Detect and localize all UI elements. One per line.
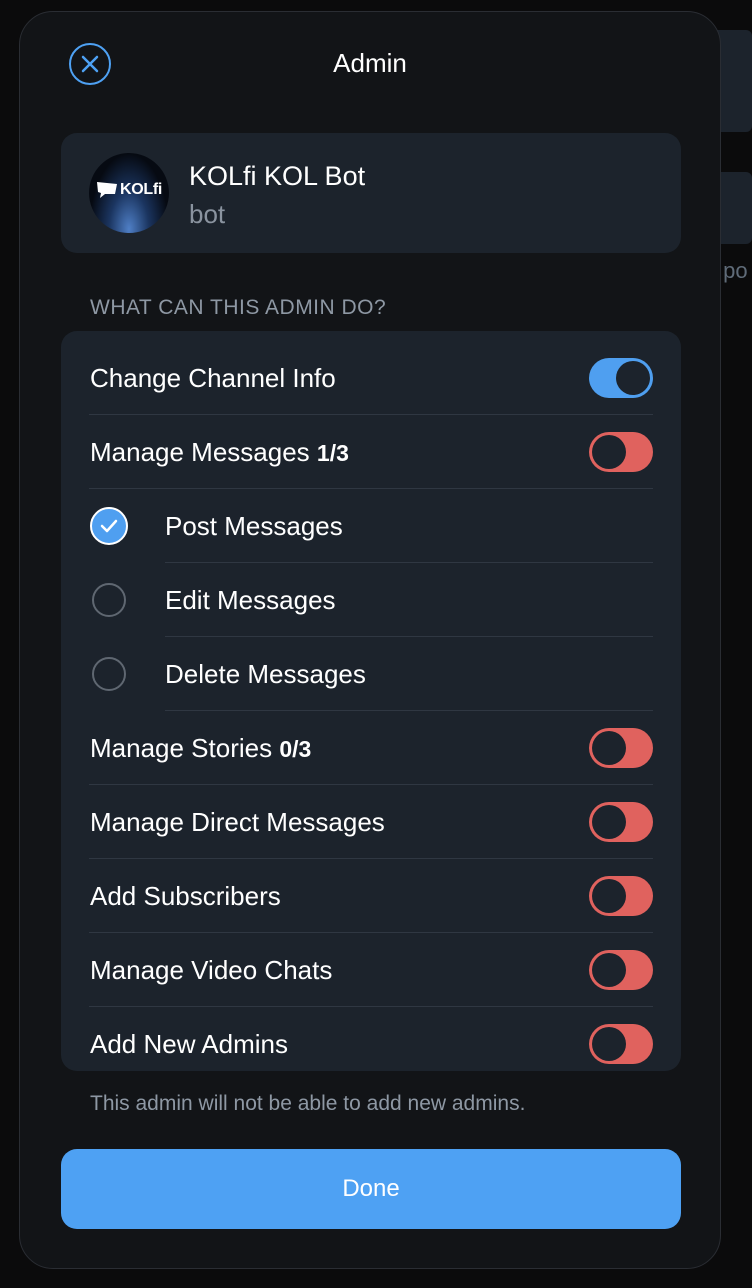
permission-row-manage-stories[interactable]: Manage Stories 0/3 <box>61 711 681 785</box>
permission-row-change-channel-info[interactable]: Change Channel Info <box>61 341 681 415</box>
permissions-section-title: WHAT CAN THIS ADMIN DO? <box>90 296 387 319</box>
toggle-knob <box>616 361 650 395</box>
permission-label: Manage Stories 0/3 <box>90 733 312 763</box>
avatar-logo-text: KOLfi <box>119 181 163 198</box>
permissions-list: Change Channel Info Manage Messages 1/3 … <box>61 331 681 1071</box>
admin-modal: Admin KOLfi KOLfi KOL Bot bot WHAT CAN T… <box>19 11 721 1269</box>
permission-label: Add Subscribers <box>90 881 281 911</box>
permission-label: Manage Messages 1/3 <box>90 437 349 467</box>
manage-video-chats-toggle[interactable] <box>589 950 653 990</box>
post-messages-checkbox[interactable] <box>90 507 128 545</box>
permission-label: Post Messages <box>165 511 343 541</box>
footer-note: This admin will not be able to add new a… <box>90 1092 526 1115</box>
permission-label: Manage Direct Messages <box>90 807 385 837</box>
permission-row-delete-messages[interactable]: Delete Messages <box>61 637 681 711</box>
permission-label: Delete Messages <box>165 659 366 689</box>
permission-label: Manage Video Chats <box>90 955 333 985</box>
permission-row-manage-messages[interactable]: Manage Messages 1/3 <box>61 415 681 489</box>
permission-count: 0/3 <box>279 736 312 762</box>
permission-label: Add New Admins <box>90 1029 288 1059</box>
bot-profile-card: KOLfi KOLfi KOL Bot bot <box>61 133 681 253</box>
avatar: KOLfi <box>89 153 169 233</box>
permission-row-add-subscribers[interactable]: Add Subscribers <box>61 859 681 933</box>
permission-row-manage-direct-messages[interactable]: Manage Direct Messages <box>61 785 681 859</box>
toggle-knob <box>592 1027 626 1061</box>
toggle-knob <box>592 879 626 913</box>
permission-row-edit-messages[interactable]: Edit Messages <box>61 563 681 637</box>
bot-name: KOLfi KOL Bot <box>189 161 366 191</box>
permission-label: Edit Messages <box>165 585 336 615</box>
bot-subtitle: bot <box>189 199 226 229</box>
edit-messages-checkbox[interactable] <box>92 583 126 617</box>
modal-title: Admin <box>333 48 407 78</box>
manage-direct-messages-toggle[interactable] <box>589 802 653 842</box>
permission-row-post-messages[interactable]: Post Messages <box>61 489 681 563</box>
manage-messages-toggle[interactable] <box>589 432 653 472</box>
chat-bubble-icon <box>96 182 117 198</box>
add-new-admins-toggle[interactable] <box>589 1024 653 1064</box>
toggle-knob <box>592 805 626 839</box>
kolfi-logo: KOLfi <box>96 181 162 199</box>
permission-row-manage-video-chats[interactable]: Manage Video Chats <box>61 933 681 1007</box>
delete-messages-checkbox[interactable] <box>92 657 126 691</box>
manage-stories-toggle[interactable] <box>589 728 653 768</box>
done-button[interactable]: Done <box>61 1149 681 1229</box>
toggle-knob <box>592 731 626 765</box>
permission-count: 1/3 <box>316 440 349 466</box>
permission-label: Change Channel Info <box>90 363 336 393</box>
toggle-knob <box>592 435 626 469</box>
change-channel-info-toggle[interactable] <box>589 358 653 398</box>
permission-row-add-new-admins[interactable]: Add New Admins <box>61 1007 681 1071</box>
toggle-knob <box>592 953 626 987</box>
checkmark-icon <box>100 519 118 533</box>
add-subscribers-toggle[interactable] <box>589 876 653 916</box>
